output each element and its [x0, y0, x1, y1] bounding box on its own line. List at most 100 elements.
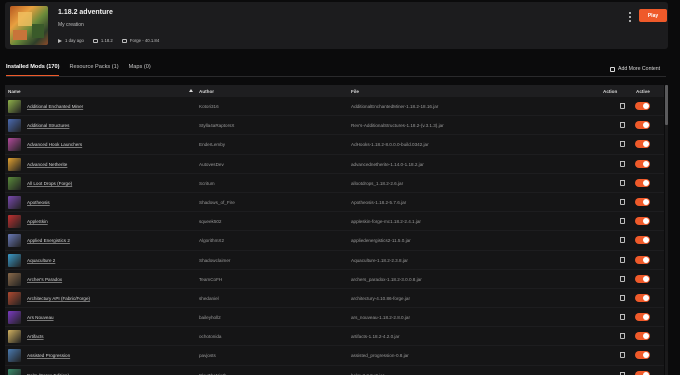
table-row[interactable]: Artifacts ochotonida artifacts-1.18.2-4.2.…: [5, 327, 664, 347]
active-toggle[interactable]: [635, 255, 650, 264]
mod-icon: [8, 253, 21, 267]
table-row[interactable]: Assisted Progression pavjosts assisted_pro…: [5, 346, 664, 366]
mod-file: Aquaculture-1.18.2-2.3.8.jar: [351, 257, 408, 263]
game-version: 1.18.2: [92, 38, 113, 43]
scrollbar-thumb[interactable]: [665, 85, 668, 125]
tab-label: Installed Mods: [6, 64, 45, 70]
trash-icon[interactable]: [620, 103, 625, 109]
mod-icon: [8, 291, 21, 305]
active-toggle[interactable]: [635, 370, 650, 375]
table-row[interactable]: AppleSkin squeek502 appleskin-forge-mc1.18…: [5, 212, 664, 232]
mod-file: AdHooks-1.18.2-8.0.0.0-build.0342.jar: [351, 142, 429, 148]
mod-file: advancednetherite-1.14.0-1.18.2.jar: [351, 161, 424, 167]
trash-icon[interactable]: [620, 122, 625, 129]
active-toggle[interactable]: [635, 332, 650, 341]
trash-icon[interactable]: [620, 352, 625, 359]
active-toggle[interactable]: [635, 178, 650, 187]
trash-icon[interactable]: [620, 218, 625, 225]
last-played: 1 day ago: [58, 38, 84, 43]
mod-loader: Forge - 40.1.84: [121, 38, 159, 43]
table-row[interactable]: Advanced Hook Launchers EnderLemby AdHooks…: [5, 135, 664, 155]
active-toggle[interactable]: [635, 140, 650, 149]
column-name[interactable]: Name: [8, 89, 21, 94]
more-options-icon[interactable]: [628, 12, 632, 22]
column-author[interactable]: Author: [199, 89, 214, 94]
play-icon: [58, 38, 62, 43]
trash-icon[interactable]: [620, 314, 625, 321]
tab-divider: [6, 76, 666, 77]
table-row[interactable]: Additional Structures Stylla4aRaptorsX Rev…: [5, 116, 664, 136]
sort-ascending-icon[interactable]: [189, 89, 193, 92]
active-toggle[interactable]: [635, 293, 650, 302]
trash-icon[interactable]: [620, 237, 625, 244]
trash-icon[interactable]: [620, 256, 625, 263]
mod-name-link[interactable]: Assisted Progression: [27, 353, 70, 358]
trash-icon[interactable]: [620, 179, 625, 186]
mod-name-link[interactable]: Applied Energistics 2: [27, 238, 70, 243]
mod-icon: [8, 138, 21, 152]
active-toggle[interactable]: [635, 121, 650, 130]
mod-file: Rev's-AdditionalStructures-1.18.2-(v.3.1…: [351, 123, 444, 129]
mod-name-link[interactable]: Archer's Paradox: [27, 277, 62, 282]
active-toggle[interactable]: [635, 197, 650, 206]
active-toggle[interactable]: [635, 217, 650, 226]
mod-author: Shadows_of_Fire: [199, 199, 235, 205]
mod-name-link[interactable]: Ars Nouveau: [27, 315, 54, 320]
table-row[interactable]: Applied Energistics 2 AlgorithmX2 appliede…: [5, 231, 664, 251]
mod-author: Shadowclaimer: [199, 257, 231, 263]
instance-header: 1.18.2 adventure My creation 1 day ago 1…: [5, 2, 668, 49]
tab-count: (1): [111, 64, 119, 70]
mod-name-link[interactable]: Additional Enchanted Miner: [27, 104, 83, 109]
tab-maps[interactable]: Maps (0): [129, 64, 151, 76]
mod-name-link[interactable]: Additional Structures: [27, 123, 69, 128]
mod-name-link[interactable]: AppleSkin: [27, 219, 48, 224]
table-row[interactable]: Apotheosis Shadows_of_Fire Apotheosis-1.18…: [5, 193, 664, 213]
mod-name-link[interactable]: Architectury API (Fabric/Forge): [27, 296, 90, 301]
trash-icon[interactable]: [620, 275, 625, 282]
table-row[interactable]: Archer's Paradox TeamCoFH archers_paradox-…: [5, 270, 664, 289]
mod-name-link[interactable]: Apotheosis: [27, 200, 50, 205]
column-file[interactable]: File: [351, 89, 359, 94]
tab-installed-mods[interactable]: Installed Mods (170): [6, 64, 60, 76]
mod-icon: [8, 195, 21, 209]
active-toggle[interactable]: [635, 313, 650, 322]
trash-icon[interactable]: [620, 141, 625, 148]
active-toggle[interactable]: [635, 351, 650, 360]
table-row[interactable]: Advanced Netherite AutovesDev advancedneth…: [5, 155, 664, 174]
content-tabs: Installed Mods (170) Resource Packs (1) …: [6, 64, 151, 76]
active-toggle[interactable]: [635, 274, 650, 283]
mod-file: allootdrops_1.18.2-2.6.jar: [351, 180, 404, 186]
mod-file: artifacts-1.18.2-4.2.0.jar: [351, 334, 400, 340]
table-row[interactable]: Architectury API (Fabric/Forge) shedaniel…: [5, 289, 664, 309]
table-row[interactable]: All Loot Drops (Forge) Scritum allootdrops…: [5, 174, 664, 193]
instance-subtitle: My creation: [58, 22, 84, 28]
trash-icon[interactable]: [620, 333, 625, 340]
active-toggle[interactable]: [635, 236, 650, 245]
tab-resource-packs[interactable]: Resource Packs (1): [69, 64, 118, 76]
tab-label: Resource Packs: [69, 64, 111, 70]
add-more-content-button[interactable]: Add More Content: [610, 66, 660, 72]
mod-name-link[interactable]: All Loot Drops (Forge): [27, 181, 72, 186]
table-row[interactable]: Aquaculture 2 Shadowclaimer Aquaculture-1.…: [5, 251, 664, 270]
trash-icon[interactable]: [620, 294, 625, 301]
tab-label: Maps: [128, 64, 143, 70]
table-row[interactable]: Balm (Forge Edition)BlayTheNinthbalm-3.2…: [5, 366, 664, 375]
mod-name-link[interactable]: Advanced Hook Launchers: [27, 142, 82, 147]
table-row[interactable]: Ars Nouveau baileyholl2 ars_nouveau-1.18.2…: [5, 308, 664, 328]
trash-icon[interactable]: [620, 198, 625, 205]
trash-icon[interactable]: [620, 371, 625, 375]
mod-file: AdditionalEnchantedMiner-1.18.2-18.16.ja…: [351, 104, 439, 109]
mod-name-link[interactable]: Artifacts: [27, 334, 44, 339]
trash-icon[interactable]: [620, 160, 625, 167]
mod-author: TeamCoFH: [199, 276, 223, 282]
mod-name-link[interactable]: Aquaculture 2: [27, 258, 55, 263]
active-toggle[interactable]: [635, 159, 650, 168]
mod-file: architectury-4.10.86-forge.jar: [351, 295, 410, 301]
play-button[interactable]: Play: [639, 9, 667, 22]
table-scrollbar[interactable]: [665, 85, 668, 375]
active-toggle[interactable]: [635, 102, 650, 110]
table-row[interactable]: Additional Enchanted Miner Kotori316 Addit…: [5, 97, 664, 117]
mod-name-link[interactable]: Advanced Netherite: [27, 162, 67, 167]
mod-icon: [8, 330, 21, 344]
mod-author: ochotonida: [199, 334, 222, 340]
